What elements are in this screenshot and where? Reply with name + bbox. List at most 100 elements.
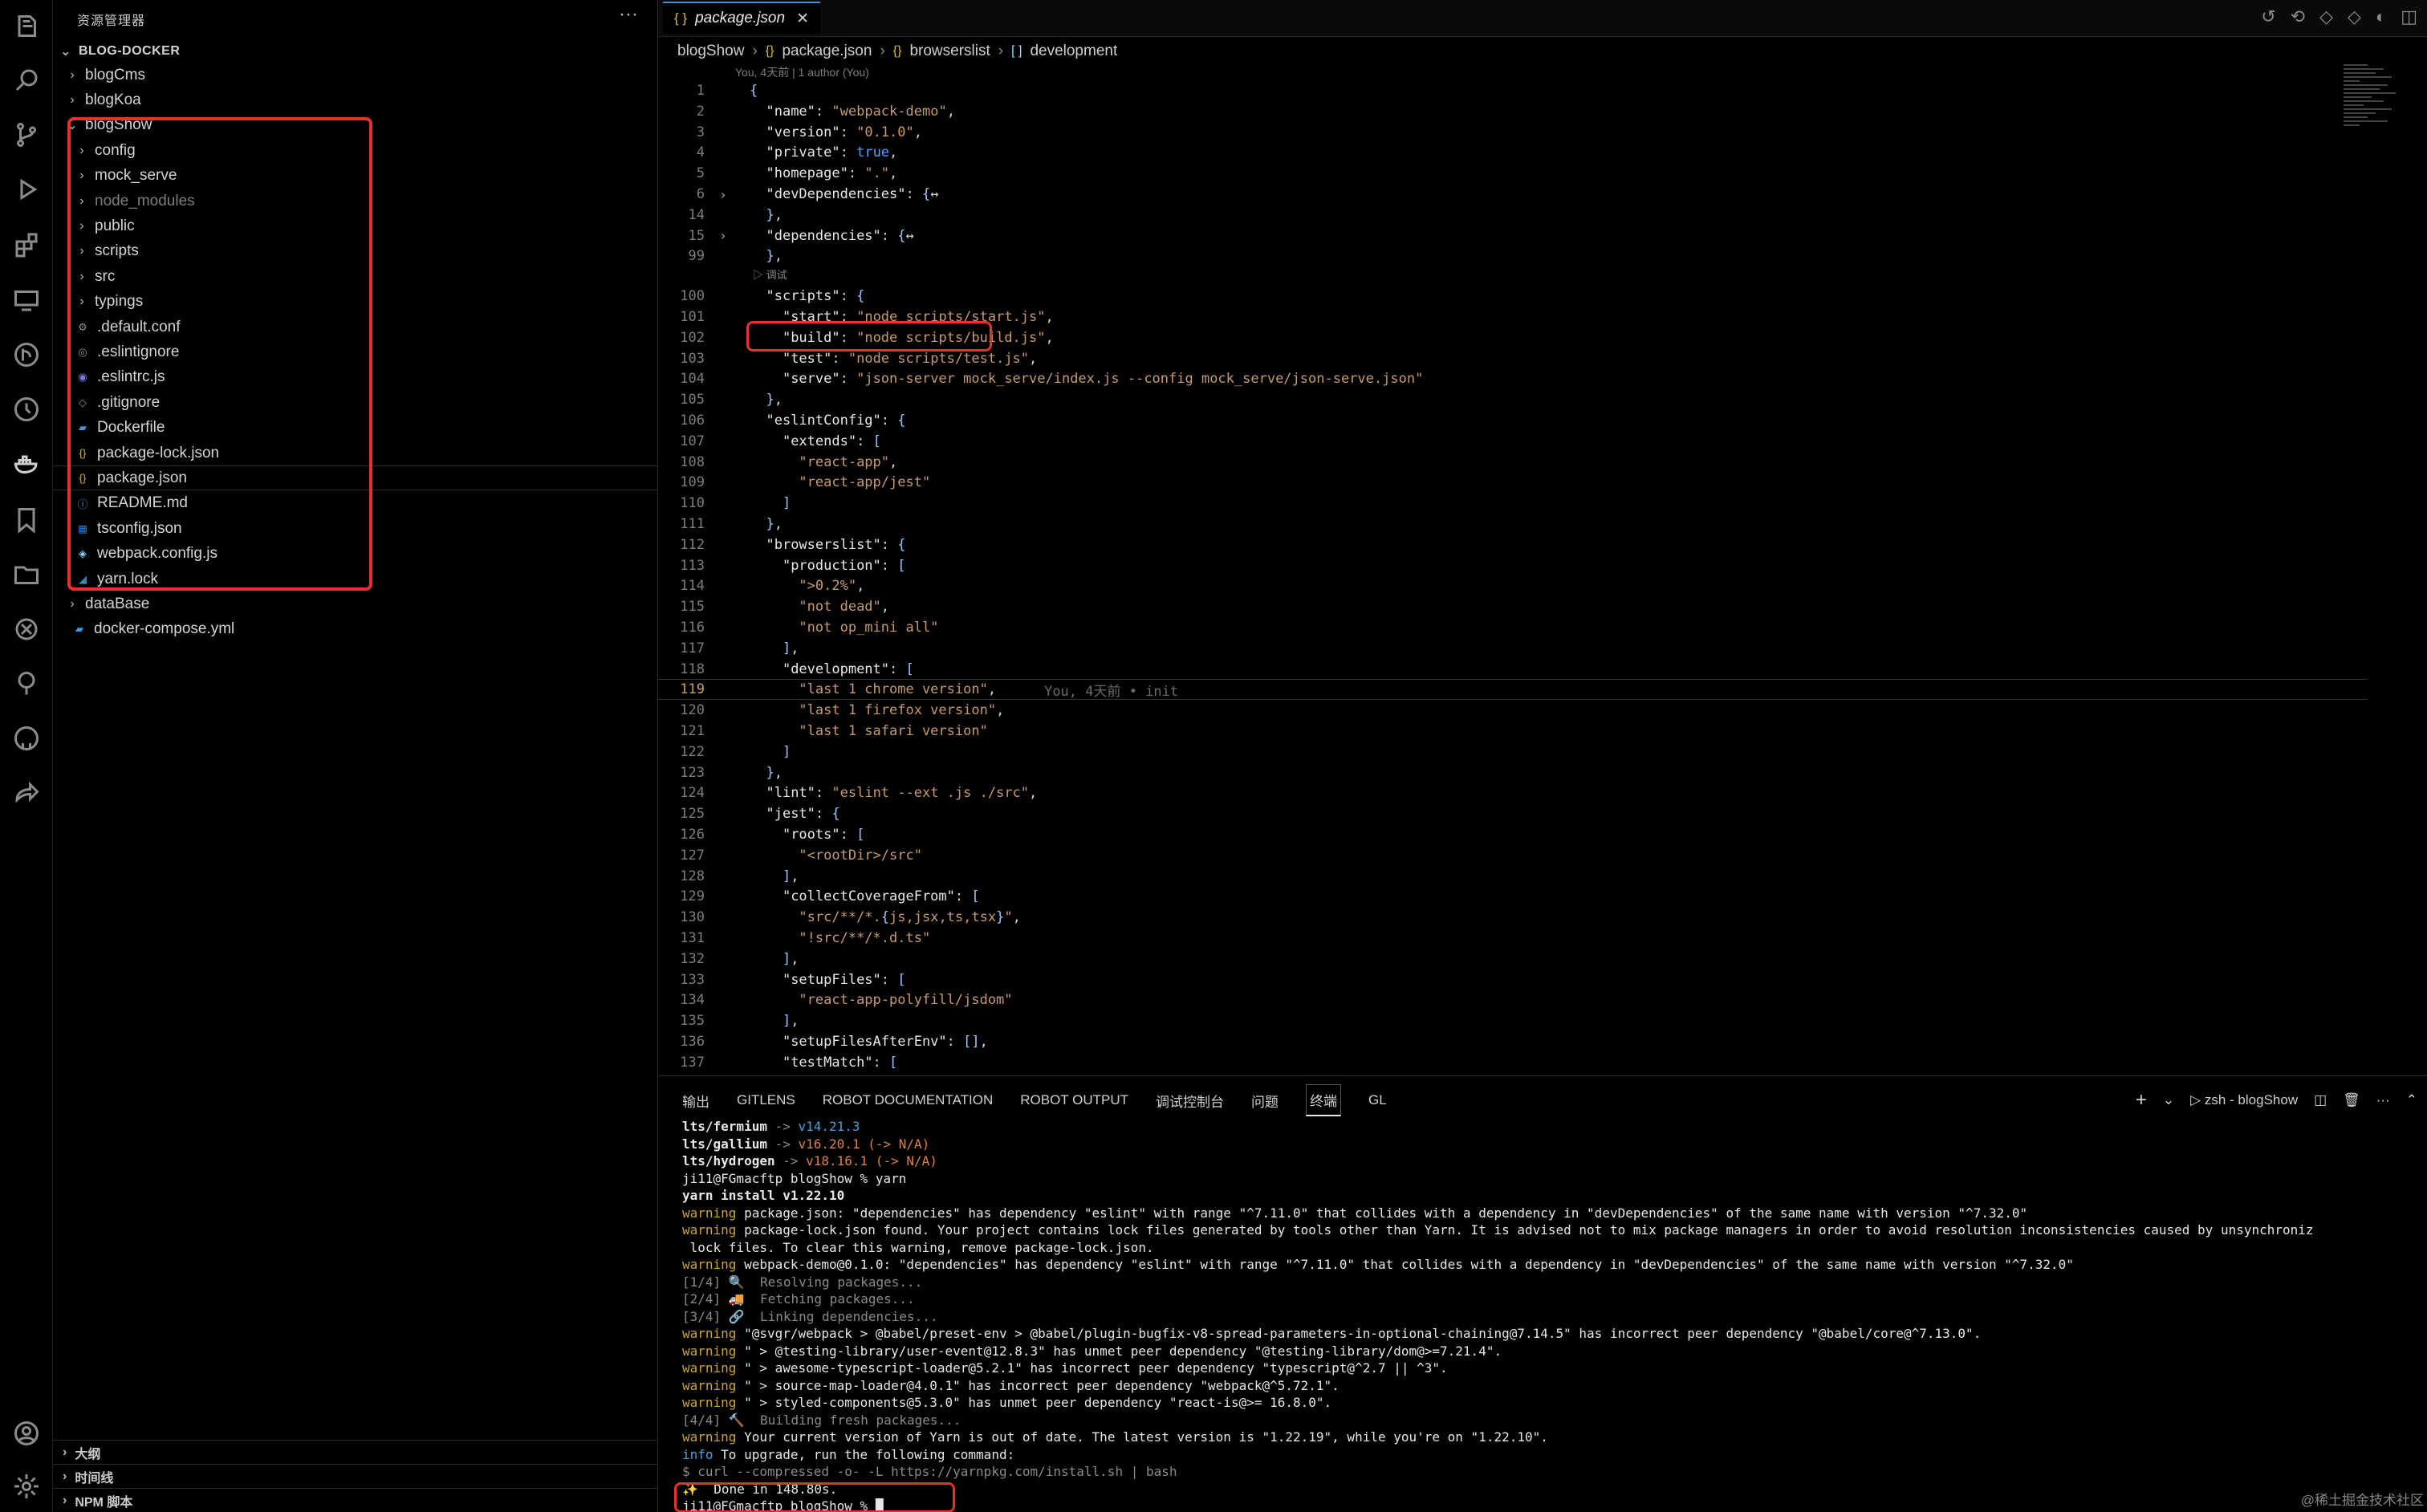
next-change-icon[interactable]: ◇ xyxy=(2348,6,2361,27)
github-icon[interactable] xyxy=(0,714,53,762)
code-line[interactable]: 109 "react-app/jest" xyxy=(658,472,2368,493)
docker-icon[interactable] xyxy=(0,440,53,488)
code-line[interactable]: 14 }, xyxy=(658,205,2368,226)
code-line[interactable]: 114 ">0.2%", xyxy=(658,575,2368,596)
minimap[interactable] xyxy=(2344,64,2400,193)
code-line[interactable]: 2 "name": "webpack-demo", xyxy=(658,101,2368,122)
source-control-icon[interactable] xyxy=(0,111,53,159)
live-share-icon[interactable] xyxy=(0,769,53,817)
code-line[interactable]: 100 "scripts": { xyxy=(658,286,2368,307)
history-icon[interactable]: ↺ xyxy=(2261,6,2275,27)
code-line[interactable]: 15 › "dependencies": {↔ xyxy=(658,226,2368,246)
terminal-output[interactable]: lts/fermium -> v14.21.3 lts/gallium -> v1… xyxy=(682,1118,2424,1512)
breadcrumb-item[interactable]: browserslist xyxy=(909,43,990,60)
fold-chevron-icon[interactable]: › xyxy=(719,228,727,243)
debug-codelens[interactable]: ▷ 调试 xyxy=(753,266,787,282)
code-line[interactable]: 107 "extends": [ xyxy=(658,431,2368,452)
section-outline[interactable]: › 大纲 xyxy=(53,1440,658,1464)
tree-item[interactable]: › blogCms xyxy=(53,63,658,87)
chevron-down-icon[interactable]: ⌄ xyxy=(2163,1092,2174,1108)
tab-gl[interactable]: GL xyxy=(1368,1092,1387,1108)
code-line[interactable]: 120 "last 1 firefox version", xyxy=(658,700,2368,721)
git-blame-header[interactable]: You, 4天前 | 1 author (You) xyxy=(735,64,869,80)
gitlens-icon[interactable] xyxy=(0,331,53,379)
code-line[interactable]: 121 "last 1 safari version" xyxy=(658,721,2368,742)
code-line[interactable]: 112 "browserslist": { xyxy=(658,534,2368,555)
bookmark-icon[interactable] xyxy=(0,496,53,544)
code-line[interactable]: 4 "private": true, xyxy=(658,142,2368,163)
code-line[interactable]: 128 ], xyxy=(658,866,2368,887)
tab-package-json[interactable]: { } package.json ✕ xyxy=(663,2,820,34)
previous-change-icon[interactable]: ◇ xyxy=(2319,6,2333,27)
breadcrumb-item[interactable]: blogShow xyxy=(677,43,744,60)
code-line[interactable]: 104 "serve": "json-server mock_serve/ind… xyxy=(658,368,2368,389)
account-icon[interactable] xyxy=(0,1409,53,1457)
timeline-icon[interactable] xyxy=(0,385,53,433)
code-line[interactable]: 119 "last 1 chrome version", You, 4天前 • i… xyxy=(658,679,2368,701)
breadcrumb-item[interactable]: development xyxy=(1030,43,1117,60)
code-line[interactable]: 122 ] xyxy=(658,742,2368,762)
code-line[interactable]: 113 "production": [ xyxy=(658,555,2368,576)
maximize-panel-icon[interactable]: ⌃ xyxy=(2406,1092,2417,1108)
tab-gitlens[interactable]: GITLENS xyxy=(737,1092,795,1108)
section-timeline[interactable]: › 时间线 xyxy=(53,1464,658,1488)
code-line[interactable]: 108 "react-app", xyxy=(658,452,2368,473)
split-terminal-icon[interactable]: ◫ xyxy=(2314,1092,2327,1108)
gitlens-inspect-icon[interactable]: ◐ xyxy=(2376,6,2386,27)
tab-robot-output[interactable]: ROBOT OUTPUT xyxy=(1020,1092,1128,1108)
code-line[interactable]: 131 "!src/**/*.d.ts" xyxy=(658,928,2368,949)
more-actions-icon[interactable]: ··· xyxy=(619,3,638,26)
split-editor-icon[interactable]: ◫ xyxy=(2401,6,2417,27)
tree-item[interactable]: › dataBase xyxy=(53,591,658,616)
more-actions-icon[interactable]: ··· xyxy=(2376,1092,2390,1108)
code-line[interactable]: 134 "react-app-polyfill/jsdom" xyxy=(658,990,2368,1010)
tab-robot-documentation[interactable]: ROBOT DOCUMENTATION xyxy=(823,1092,994,1108)
tab-debug-console[interactable]: 调试控制台 xyxy=(1156,1091,1224,1111)
folder-icon[interactable] xyxy=(0,551,53,599)
code-line[interactable]: 132 ], xyxy=(658,949,2368,969)
code-line[interactable]: 99 }, xyxy=(658,246,2368,266)
section-npm-scripts[interactable]: › NPM 脚本 xyxy=(53,1488,658,1512)
code-line[interactable]: 135 ], xyxy=(658,1010,2368,1031)
terminal-selector[interactable]: ▷ zsh - blogShow xyxy=(2190,1092,2298,1108)
code-line[interactable]: 126 "roots": [ xyxy=(658,824,2368,845)
code-line[interactable]: 133 "setupFiles": [ xyxy=(658,969,2368,990)
trash-icon[interactable]: 🗑 xyxy=(2343,1092,2360,1108)
search-icon[interactable] xyxy=(0,56,53,104)
openai-icon[interactable] xyxy=(0,605,53,653)
code-line[interactable]: 1{ xyxy=(658,80,2368,101)
code-line[interactable]: 123 }, xyxy=(658,762,2368,783)
code-line[interactable]: 118 "development": [ xyxy=(658,659,2368,680)
tab-terminal[interactable]: 终端 xyxy=(1306,1084,1341,1116)
code-line[interactable]: 6 › "devDependencies": {↔ xyxy=(658,184,2368,205)
workspace-root[interactable]: ⌄ BLOG-DOCKER xyxy=(53,39,658,63)
code-line[interactable]: 127 "<rootDir>/src" xyxy=(658,845,2368,866)
fold-chevron-icon[interactable]: › xyxy=(719,187,727,202)
code-line[interactable]: 105 }, xyxy=(658,389,2368,410)
code-line[interactable]: 110 ] xyxy=(658,493,2368,514)
tree-item[interactable]: ▰ docker-compose.yml xyxy=(53,617,658,642)
tree-icon[interactable] xyxy=(0,660,53,708)
code-line[interactable]: 124 "lint": "eslint --ext .js ./src", xyxy=(658,782,2368,803)
run-debug-icon[interactable] xyxy=(0,165,53,213)
tab-problems[interactable]: 问题 xyxy=(1251,1091,1279,1111)
code-line[interactable]: 116 "not op_mini all" xyxy=(658,617,2368,638)
code-line[interactable]: 137 "testMatch": [ xyxy=(658,1052,2368,1073)
tree-item[interactable]: › blogKoa xyxy=(53,87,658,112)
code-line[interactable]: 117 ], xyxy=(658,638,2368,659)
code-line[interactable]: 106 "eslintConfig": { xyxy=(658,410,2368,431)
extensions-icon[interactable] xyxy=(0,220,53,268)
tab-output[interactable]: 输出 xyxy=(682,1091,709,1111)
explorer-icon[interactable] xyxy=(0,3,53,51)
settings-gear-icon[interactable] xyxy=(0,1462,53,1510)
code-line[interactable]: 3 "version": "0.1.0", xyxy=(658,122,2368,143)
code-line[interactable]: 5 "homepage": ".", xyxy=(658,163,2368,184)
code-line[interactable]: 136 "setupFilesAfterEnv": [], xyxy=(658,1031,2368,1052)
code-line[interactable]: 111 }, xyxy=(658,514,2368,534)
new-terminal-icon[interactable]: + xyxy=(2136,1089,2147,1112)
compare-icon[interactable]: ⟲ xyxy=(2291,6,2305,27)
code-line[interactable]: 129 "collectCoverageFrom": [ xyxy=(658,886,2368,907)
breadcrumb-item[interactable]: package.json xyxy=(782,43,872,60)
code-line[interactable]: 125 "jest": { xyxy=(658,803,2368,824)
code-line[interactable]: 115 "not dead", xyxy=(658,596,2368,617)
